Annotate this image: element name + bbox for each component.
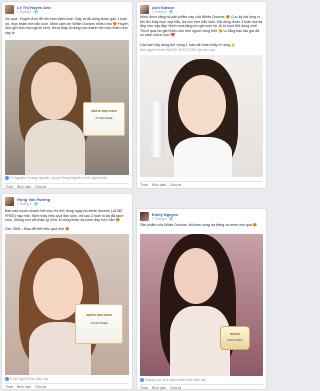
like-reaction-icon <box>140 378 144 383</box>
share-button[interactable]: Chia sẻ <box>35 385 46 389</box>
product-box: WHITE DOCTORS ACNE FREE <box>75 304 123 344</box>
face-shape <box>174 248 218 304</box>
post-stats-line: Mọi người thích WHITE DOCTORS đó còn hay <box>140 48 216 52</box>
reactions-summary[interactable]: Tô Nguyễn, Dương Nguyễn, Quỳnh Trang Ngu… <box>5 176 129 182</box>
face-shape <box>31 62 77 120</box>
product-sublabel: ACNE FREE <box>95 116 113 120</box>
like-button[interactable]: Thích <box>5 185 13 188</box>
avatar[interactable] <box>140 5 149 14</box>
comment-button[interactable]: Bình luận <box>152 386 166 389</box>
post-actions: Thích Bình luận Chia sẻ <box>140 384 263 389</box>
share-button[interactable]: Chia sẻ <box>35 185 46 188</box>
product-label: WHITE <box>230 332 240 336</box>
product-box: WHITE DOCTORS ACNE FREE <box>83 102 125 136</box>
share-button[interactable]: Chia sẻ <box>170 183 181 187</box>
reactions-text: Sharpy Lee và 8 người khác thích điều nà… <box>145 378 206 382</box>
product-label: WHITE DOCTORS <box>91 109 117 113</box>
post-header: Anh Katsne 1 Tháng 6 · 🌐 <box>140 5 263 15</box>
post-actions: Thích Bình luận Chia sẻ <box>5 383 129 389</box>
product-sublabel: DOCTORS <box>227 338 243 342</box>
post-card: Hồng Vân Hương 1 Tháng 6 · 🌐 Bạn nào muố… <box>1 193 133 390</box>
post-photo[interactable]: WHITE DOCTORS <box>140 234 263 376</box>
product-tube <box>150 101 164 157</box>
post-time[interactable]: 1 Tháng 6 · 🌐 <box>152 10 173 14</box>
product-label: WHITE DOCTORS <box>86 313 112 317</box>
post-extra-text: Giá: 350k - Mua để biết hiệu quả nhé 😍 <box>5 227 70 231</box>
avatar[interactable] <box>5 5 14 14</box>
share-button[interactable]: Chia sẻ <box>170 386 181 389</box>
post-header: Emily Nguyen 2 Tháng 6 · 🌐 <box>140 212 263 222</box>
post-time[interactable]: 1 Tháng 6 · 🌐 <box>17 202 38 206</box>
reactions-text: Tô Nguyễn, Dương Nguyễn, Quỳnh Trang Ngu… <box>10 176 108 180</box>
avatar[interactable] <box>140 212 149 221</box>
post-text: Mình được tặng bộ sản phẩm này của White… <box>140 15 263 38</box>
shirt-shape <box>174 137 232 177</box>
product-sublabel: ACNE FREE <box>90 321 108 325</box>
face-shape <box>178 75 226 135</box>
post-actions: Thích Bình luận Chia sẻ <box>140 181 263 187</box>
post-photo[interactable] <box>140 55 263 177</box>
comment-button[interactable]: Bình luận <box>17 185 31 188</box>
like-button[interactable]: Thích <box>140 386 148 389</box>
avatar[interactable] <box>5 197 14 206</box>
post-text: Vui quá.. Huyền Anh đã hết mụn thâm luôn… <box>5 17 129 35</box>
post-text: Sản phẩm của White Doctors, bôi kem xong… <box>140 223 258 227</box>
post-photo[interactable]: WHITE DOCTORS ACNE FREE <box>5 40 129 175</box>
like-reaction-icon <box>5 377 9 382</box>
post-text: Bạn nào muốn nhanh hết mụn thì thử dùng … <box>5 209 124 223</box>
reactions-text: 3.235 người thích điều này <box>10 377 49 381</box>
post-card: Anh Katsne 1 Tháng 6 · 🌐 Mình được tặng … <box>136 1 267 189</box>
post-photo[interactable]: WHITE DOCTORS ACNE FREE <box>5 234 129 375</box>
like-button[interactable]: Thích <box>140 183 148 187</box>
post-card: Lê Thị Huyền Anh 1 Tháng 6 · 🌐 Vui quá..… <box>1 1 133 189</box>
like-reaction-icon <box>5 176 9 181</box>
comment-button[interactable]: Bình luận <box>152 183 166 187</box>
post-header: Hồng Vân Hương 1 Tháng 6 · 🌐 <box>5 197 129 207</box>
post-time[interactable]: 1 Tháng 6 · 🌐 <box>17 10 38 14</box>
post-card: Emily Nguyen 2 Tháng 6 · 🌐 Sản phẩm của … <box>136 208 267 390</box>
like-button[interactable]: Thích <box>5 385 13 389</box>
shirt-shape <box>25 120 85 175</box>
post-header: Lê Thị Huyền Anh 1 Tháng 6 · 🌐 <box>5 5 129 15</box>
post-actions: Thích Bình luận Chia sẻ <box>5 183 129 188</box>
product-jar: WHITE DOCTORS <box>220 326 250 350</box>
comment-button[interactable]: Bình luận <box>17 385 31 389</box>
post-time[interactable]: 2 Tháng 6 · 🌐 <box>152 217 173 221</box>
